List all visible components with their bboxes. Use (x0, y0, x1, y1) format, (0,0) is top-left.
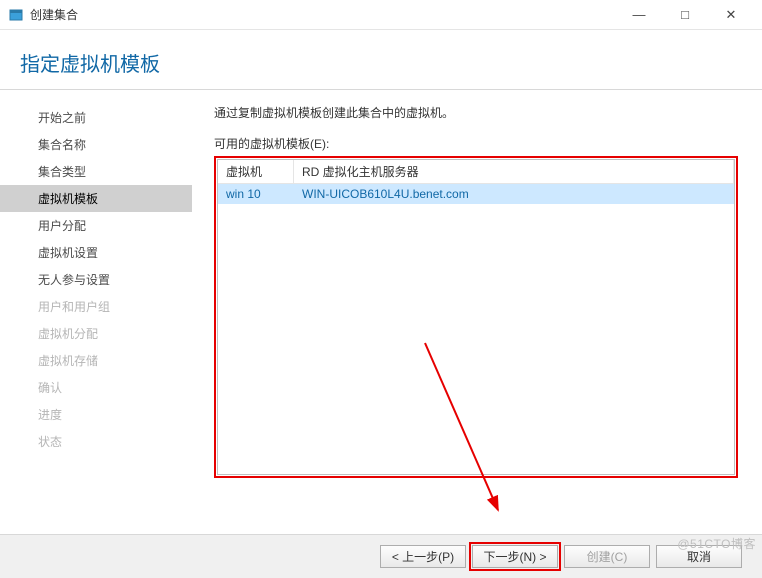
sidebar-item-4[interactable]: 用户分配 (0, 212, 192, 239)
sidebar-item-10: 确认 (0, 374, 192, 401)
sidebar-item-9: 虚拟机存储 (0, 347, 192, 374)
wizard-footer: < 上一步(P) 下一步(N) > 创建(C) 取消 (0, 534, 762, 578)
cell-host: WIN-UICOB610L4U.benet.com (294, 187, 734, 201)
sidebar-item-7: 用户和用户组 (0, 293, 192, 320)
wizard-body: 开始之前集合名称集合类型虚拟机模板用户分配虚拟机设置无人参与设置用户和用户组虚拟… (0, 90, 762, 534)
main-panel: 通过复制虚拟机模板创建此集合中的虚拟机。 可用的虚拟机模板(E): 虚拟机 RD… (192, 90, 762, 534)
window-title: 创建集合 (30, 6, 616, 23)
window-controls: — □ ✕ (616, 0, 754, 30)
sidebar-item-6[interactable]: 无人参与设置 (0, 266, 192, 293)
template-listbox[interactable]: 虚拟机 RD 虚拟化主机服务器 win 10WIN-UICOB610L4U.be… (217, 159, 735, 475)
next-button[interactable]: 下一步(N) > (472, 545, 558, 568)
sidebar-item-11: 进度 (0, 401, 192, 428)
app-icon (8, 7, 24, 23)
sidebar-item-1[interactable]: 集合名称 (0, 131, 192, 158)
wizard-sidebar: 开始之前集合名称集合类型虚拟机模板用户分配虚拟机设置无人参与设置用户和用户组虚拟… (0, 90, 192, 534)
cell-vm: win 10 (218, 187, 294, 201)
sidebar-item-5[interactable]: 虚拟机设置 (0, 239, 192, 266)
template-list-highlight: 虚拟机 RD 虚拟化主机服务器 win 10WIN-UICOB610L4U.be… (214, 156, 738, 478)
sidebar-item-12: 状态 (0, 428, 192, 455)
list-header: 虚拟机 RD 虚拟化主机服务器 (218, 160, 734, 184)
page-title: 指定虚拟机模板 (0, 30, 762, 90)
sidebar-item-0[interactable]: 开始之前 (0, 104, 192, 131)
column-vm[interactable]: 虚拟机 (218, 160, 294, 183)
watermark: @51CTO博客 (677, 535, 756, 552)
sidebar-item-3[interactable]: 虚拟机模板 (0, 185, 192, 212)
list-row[interactable]: win 10WIN-UICOB610L4U.benet.com (218, 184, 734, 204)
maximize-button[interactable]: □ (662, 0, 708, 30)
sidebar-item-8: 虚拟机分配 (0, 320, 192, 347)
close-button[interactable]: ✕ (708, 0, 754, 30)
minimize-button[interactable]: — (616, 0, 662, 30)
create-button: 创建(C) (564, 545, 650, 568)
sidebar-item-2[interactable]: 集合类型 (0, 158, 192, 185)
list-label: 可用的虚拟机模板(E): (214, 135, 738, 152)
titlebar: 创建集合 — □ ✕ (0, 0, 762, 30)
column-host[interactable]: RD 虚拟化主机服务器 (294, 160, 734, 183)
previous-button[interactable]: < 上一步(P) (380, 545, 466, 568)
instruction-text: 通过复制虚拟机模板创建此集合中的虚拟机。 (214, 104, 738, 121)
